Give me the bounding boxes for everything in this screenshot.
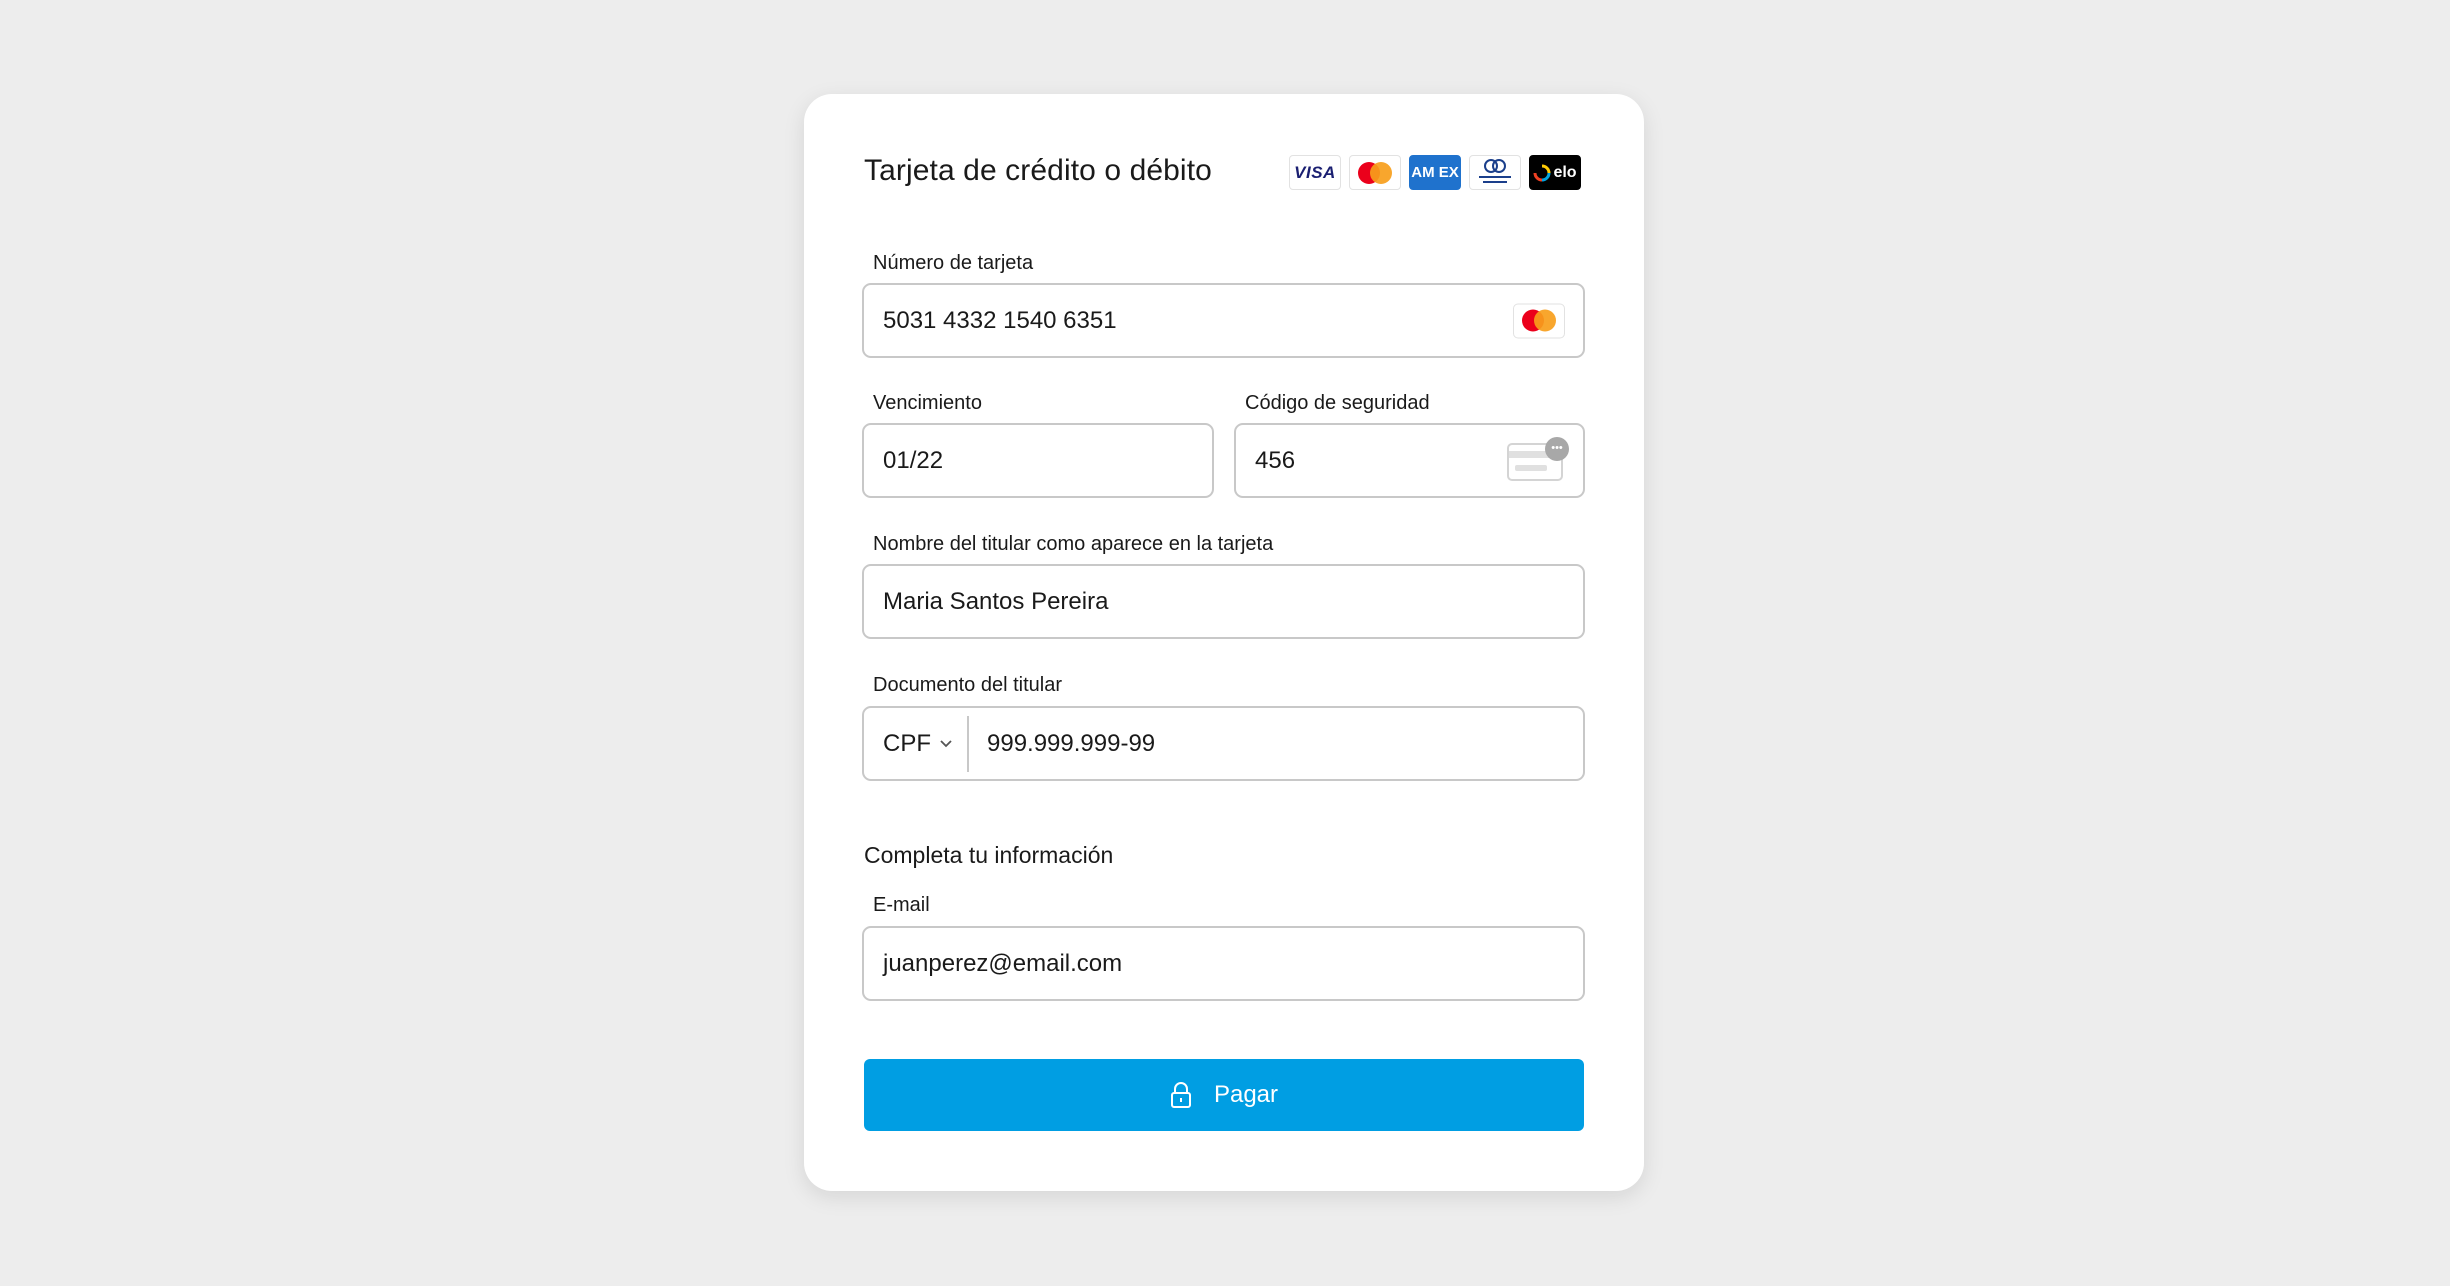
mastercard-logo-icon	[1349, 155, 1401, 190]
amex-logo-icon: AM EX	[1409, 155, 1461, 190]
document-type-select[interactable]: CPF	[883, 715, 969, 772]
card-number-value: 5031 4332 1540 6351	[883, 306, 1117, 334]
card-brands: VISA AM EX elo	[1289, 155, 1581, 190]
card-number-input[interactable]: 5031 4332 1540 6351	[862, 283, 1585, 358]
email-input[interactable]: juanperez@email.com	[862, 926, 1585, 1001]
email-label: E-mail	[873, 894, 930, 916]
pay-button[interactable]: Pagar	[864, 1059, 1584, 1131]
card-number-label: Número de tarjeta	[873, 252, 1034, 274]
expiry-input[interactable]: 01/22	[862, 423, 1214, 498]
holder-name-input[interactable]: Maria Santos Pereira	[862, 564, 1585, 639]
lock-icon	[1170, 1082, 1191, 1108]
email-value: juanperez@email.com	[883, 949, 1123, 977]
elo-logo-icon: elo	[1529, 155, 1581, 190]
diners-logo-icon	[1469, 155, 1521, 190]
cvv-label: Código de seguridad	[1245, 392, 1430, 414]
holder-name-label: Nombre del titular como aparece en la ta…	[873, 533, 1274, 555]
cvv-input[interactable]: 456 •••	[1234, 423, 1585, 498]
expiry-label: Vencimiento	[873, 392, 982, 414]
holder-name-value: Maria Santos Pereira	[883, 587, 1109, 615]
document-type-value: CPF	[883, 729, 931, 757]
chevron-down-icon	[940, 740, 952, 748]
contact-section-title: Completa tu información	[864, 842, 1114, 868]
visa-logo-text: VISA	[1294, 162, 1336, 182]
payment-card: Tarjeta de crédito o débito VISA AM EX e…	[804, 94, 1644, 1191]
document-field: CPF 999.999.999-99	[862, 706, 1585, 781]
cvv-value: 456	[1255, 446, 1296, 474]
elo-logo-text: elo	[1553, 163, 1577, 181]
mastercard-icon	[1513, 303, 1565, 338]
expiry-value: 01/22	[883, 446, 944, 474]
form-title: Tarjeta de crédito o débito	[864, 154, 1212, 187]
amex-logo-text: AM EX	[1411, 163, 1459, 181]
pay-button-label: Pagar	[1213, 1081, 1279, 1108]
visa-logo-icon: VISA	[1289, 155, 1341, 190]
card-cvv-icon: •••	[1507, 436, 1569, 481]
document-label: Documento del titular	[873, 674, 1062, 696]
document-number-input[interactable]: 999.999.999-99	[969, 730, 1155, 758]
